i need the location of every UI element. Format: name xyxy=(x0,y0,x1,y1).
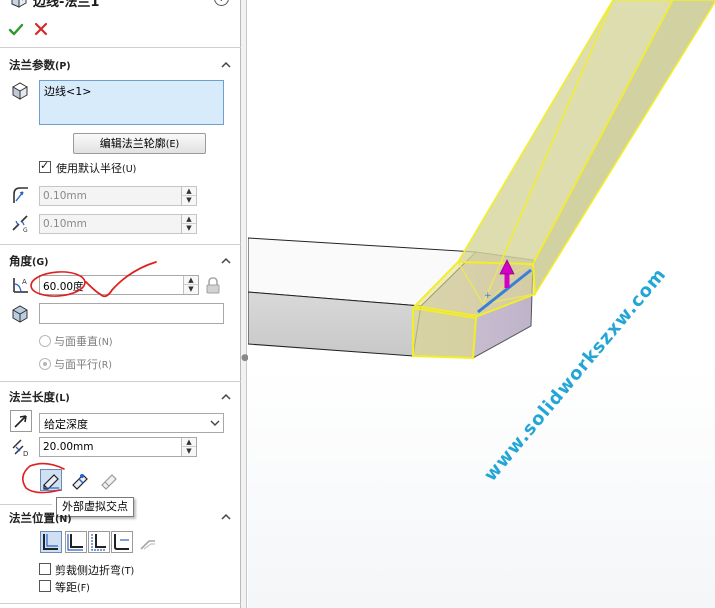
svg-text:A: A xyxy=(22,278,27,286)
selected-edge-item[interactable]: 边线<1> xyxy=(44,83,91,99)
inner-virtual-sharp-button[interactable] xyxy=(69,469,91,491)
tangent-bend-button[interactable] xyxy=(98,469,120,491)
bend-outside-button[interactable] xyxy=(88,531,110,553)
outer-virtual-sharp-button[interactable] xyxy=(40,469,62,491)
reverse-direction-button[interactable] xyxy=(10,410,32,432)
chevron-down-icon[interactable] xyxy=(209,416,221,430)
divider xyxy=(0,504,52,505)
end-condition-select[interactable]: 给定深度 xyxy=(39,413,224,433)
property-manager: 边线-法兰1 ? 法兰参数(P) 边线<1> 编辑法兰轮廓(E) 使用默认半径(… xyxy=(0,0,241,608)
gap-distance-input[interactable]: 0.10mm ▲ ▼ xyxy=(39,214,197,234)
panel-splitter[interactable]: ● xyxy=(241,0,249,608)
chevron-up-icon[interactable] xyxy=(221,61,231,68)
divider xyxy=(0,244,241,245)
flange-angle-spinner[interactable]: ▲ ▼ xyxy=(183,276,198,294)
chevron-up-icon[interactable] xyxy=(221,393,231,400)
lock-icon[interactable] xyxy=(205,277,221,294)
material-outside-button[interactable] xyxy=(65,531,87,553)
section-title-flange-length: 法兰长度(L) xyxy=(9,390,70,404)
face-reference-icon xyxy=(12,305,28,323)
use-default-radius-checkbox[interactable] xyxy=(39,159,51,173)
panel-header: 边线-法兰1 ? xyxy=(0,0,241,14)
section-title-flange-params: 法兰参数(P) xyxy=(9,58,71,72)
reference-face-input[interactable] xyxy=(39,303,224,324)
outer-virtual-sharp-icon xyxy=(43,474,59,490)
splitter-grip-icon[interactable]: ● xyxy=(241,352,249,364)
edge-select-icon xyxy=(12,82,28,100)
gap-distance-spinner[interactable]: ▲ ▼ xyxy=(181,215,196,233)
flange-length-input[interactable]: 20.00mm ▲ ▼ xyxy=(39,437,197,457)
inner-virtual-sharp-icon xyxy=(72,474,88,490)
chevron-up-icon[interactable] xyxy=(221,257,231,264)
virtual-sharp-position-icon xyxy=(114,534,129,550)
offset-checkbox[interactable] xyxy=(39,580,51,592)
material-inside-icon xyxy=(43,534,58,550)
flange-angle-input[interactable]: 60.00度 ▲ ▼ xyxy=(39,275,199,295)
flange-angle-icon: A xyxy=(13,278,28,293)
parallel-to-face-radio[interactable] xyxy=(39,358,51,370)
flange-length-icon: D xyxy=(12,439,28,457)
cancel-x-icon[interactable] xyxy=(34,22,48,36)
edge-flange-feature-icon xyxy=(11,0,27,8)
edge-selection-list[interactable]: 边线<1> xyxy=(39,80,224,125)
section-title-flange-position: 法兰位置(N) xyxy=(9,511,72,525)
section-title-angle: 角度(G) xyxy=(9,254,49,268)
perpendicular-to-face-radio[interactable] xyxy=(39,335,51,347)
reverse-direction-icon xyxy=(14,415,27,428)
svg-text:D: D xyxy=(23,450,28,457)
graphics-viewport[interactable]: + www.solidworkszxw.com xyxy=(248,0,715,608)
flange-length-spinner[interactable]: ▲ ▼ xyxy=(181,438,196,456)
use-default-radius-label: 使用默认半径(U) xyxy=(56,162,137,175)
offset-label: 等距(F) xyxy=(55,581,90,594)
tangent-to-bend-icon xyxy=(140,540,155,550)
gap-distance-icon: G xyxy=(12,215,28,233)
material-inside-button[interactable] xyxy=(40,531,62,553)
material-outside-icon xyxy=(67,534,83,551)
bend-outside-icon xyxy=(91,534,106,551)
bend-side-face[interactable] xyxy=(412,306,478,360)
help-icon[interactable]: ? xyxy=(214,0,229,6)
chevron-up-icon[interactable] xyxy=(221,513,231,520)
trim-side-bends-label: 剪裁侧边折弯(T) xyxy=(55,564,135,577)
bend-radius-input[interactable]: 0.10mm ▲ ▼ xyxy=(39,186,197,206)
divider xyxy=(0,47,241,48)
divider xyxy=(0,603,241,604)
edit-flange-profile-button[interactable]: 编辑法兰轮廓(E) xyxy=(73,133,206,154)
origin-marker-icon: + xyxy=(484,291,492,301)
svg-text:G: G xyxy=(23,227,28,233)
trim-side-bends-checkbox[interactable] xyxy=(39,563,51,575)
bend-radius-spinner[interactable]: ▲ ▼ xyxy=(181,187,196,205)
virtual-sharp-position-button[interactable] xyxy=(111,531,133,553)
ok-checkmark-icon[interactable] xyxy=(8,22,24,38)
panel-title: 边线-法兰1 xyxy=(33,0,100,10)
tangent-to-bend-button[interactable] xyxy=(137,531,159,553)
parallel-to-face-label: 与面平行(R) xyxy=(54,358,113,371)
perpendicular-to-face-label: 与面垂直(N) xyxy=(54,335,113,348)
divider xyxy=(0,381,241,382)
tangent-bend-icon xyxy=(101,474,117,490)
bend-radius-icon xyxy=(13,187,28,203)
